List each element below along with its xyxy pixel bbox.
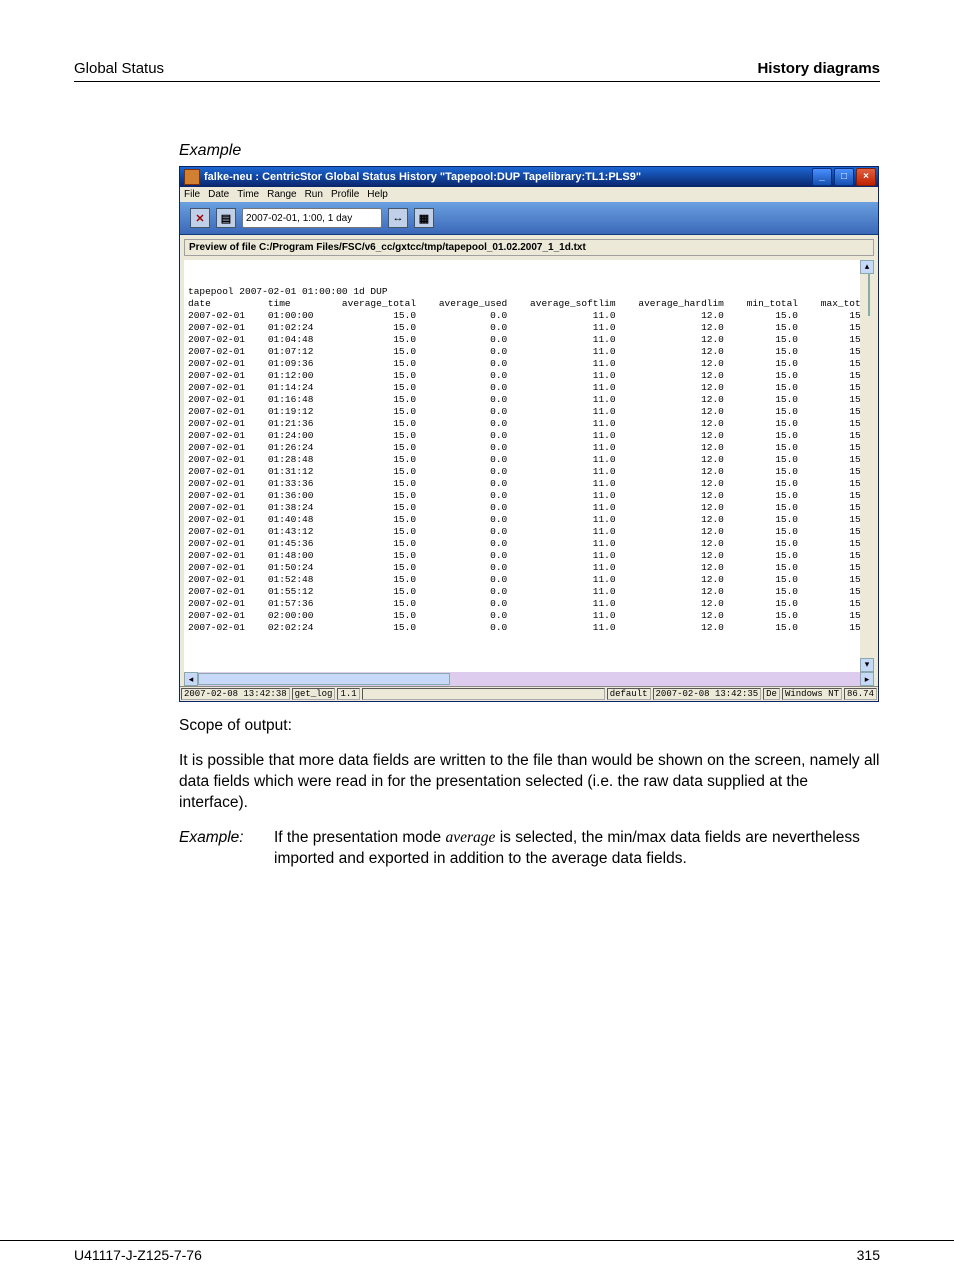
scroll-down-icon[interactable]: ▾: [860, 658, 874, 672]
scroll-left-icon[interactable]: ◂: [184, 672, 198, 686]
status-spacer: [362, 688, 605, 700]
status-right-4: 86.74: [844, 688, 877, 700]
example2-label: Example:: [179, 828, 274, 870]
close-graph-icon[interactable]: ✕: [190, 208, 210, 228]
page-header-right: History diagrams: [757, 60, 880, 77]
status-left-0: 2007-02-08 13:42:38: [181, 688, 290, 700]
status-left-1: get_log: [292, 688, 336, 700]
status-right-1: 2007-02-08 13:42:35: [653, 688, 762, 700]
maximize-button[interactable]: □: [834, 168, 854, 186]
menu-range[interactable]: Range: [267, 189, 296, 200]
horizontal-scrollbar[interactable]: ◂ ▸: [184, 672, 874, 686]
menu-run[interactable]: Run: [305, 189, 323, 200]
example2-text: If the presentation mode average is sele…: [274, 828, 880, 870]
date-range-input[interactable]: [242, 208, 382, 228]
reload-icon[interactable]: ↔: [388, 208, 408, 228]
scroll-up-icon[interactable]: ▴: [860, 260, 874, 274]
app-icon: [184, 169, 200, 185]
status-left-2: 1.1: [337, 688, 359, 700]
grid-icon[interactable]: ▦: [414, 208, 434, 228]
status-right-2: De: [763, 688, 780, 700]
status-right-0: default: [607, 688, 651, 700]
data-text[interactable]: tapepool 2007-02-01 01:00:00 1d DUP date…: [184, 284, 874, 636]
menu-date[interactable]: Date: [208, 189, 229, 200]
menu-help[interactable]: Help: [367, 189, 388, 200]
horizontal-scroll-thumb[interactable]: [198, 673, 450, 685]
vertical-scrollbar[interactable]: ▴ ▾: [860, 260, 874, 672]
data-preview-area: tapepool 2007-02-01 01:00:00 1d DUP date…: [184, 260, 874, 672]
window-titlebar[interactable]: falke-neu : CentricStor Global Status Hi…: [180, 167, 878, 187]
menu-bar: File Date Time Range Run Profile Help: [180, 187, 878, 202]
preview-file-label: Preview of file C:/Program Files/FSC/v6_…: [184, 239, 874, 256]
toolbar: ✕ ▤ ↔ ▦: [180, 202, 878, 235]
page-header-left: Global Status: [74, 60, 164, 77]
menu-time[interactable]: Time: [237, 189, 259, 200]
status-right-3: Windows NT: [782, 688, 842, 700]
menu-file[interactable]: File: [184, 189, 200, 200]
scope-heading: Scope of output:: [179, 716, 880, 737]
window-title: falke-neu : CentricStor Global Status Hi…: [204, 171, 812, 183]
status-bar: 2007-02-08 13:42:38get_log1.1 default2007…: [180, 686, 878, 701]
example-heading: Example: [179, 142, 880, 160]
chart-page-icon[interactable]: ▤: [216, 208, 236, 228]
history-window: falke-neu : CentricStor Global Status Hi…: [179, 166, 879, 702]
close-button[interactable]: ×: [856, 168, 876, 186]
footer-doc-id: U41117-J-Z125-7-76: [74, 1247, 202, 1263]
menu-profile[interactable]: Profile: [331, 189, 359, 200]
minimize-button[interactable]: _: [812, 168, 832, 186]
vertical-scroll-thumb[interactable]: [868, 274, 870, 316]
scroll-right-icon[interactable]: ▸: [860, 672, 874, 686]
footer-page-number: 315: [857, 1247, 880, 1263]
scope-text: It is possible that more data fields are…: [179, 751, 880, 814]
